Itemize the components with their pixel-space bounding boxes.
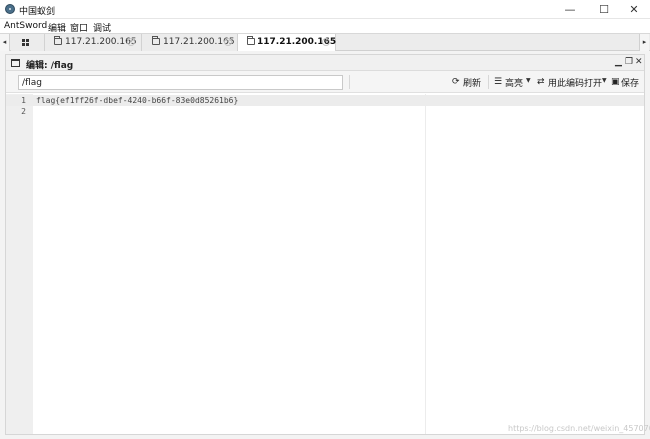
watermark-text: https://blog.csdn.net/weixin_45707005 [508, 424, 650, 433]
panel-title: 编辑: /flag [26, 61, 74, 71]
line-number: 2 [21, 107, 26, 116]
chevron-down-icon: ▼ [526, 77, 531, 84]
panel-restore-icon[interactable]: ❐ [625, 57, 633, 67]
menu-antsword[interactable]: AntSword [4, 21, 47, 31]
title-bar: 中国蚁剑 — ☐ ✕ [0, 0, 650, 19]
code-editor[interactable]: 1 flag{ef1ff26f-dbef-4240-b66f-83e0d8526… [6, 94, 644, 434]
line-number: 1 [21, 96, 26, 105]
line-number-gutter [6, 94, 33, 434]
chevron-down-icon: ▼ [602, 77, 607, 84]
open-with-encoding-dropdown[interactable]: ⇄ 用此编码打开 ▼ [537, 74, 609, 90]
highlight-label: 高亮 [505, 79, 524, 89]
tab-close-icon[interactable]: ✕ [127, 38, 135, 46]
open-with-encoding-label: 用此编码打开 [548, 79, 603, 89]
antsword-app-icon [5, 4, 15, 14]
tab-scroll-right-icon[interactable]: ▸ [639, 34, 649, 51]
panel-close-icon[interactable]: ✕ [635, 57, 643, 67]
editor-toolbar: ⟳ 刷新 ☰ 高亮 ▼ ⇄ 用此编码打开 ▼ ▣ 保存 [6, 71, 644, 93]
tab-bar: ◂ 117.21.200.165 ✕ 117.21.200.165 ✕ 117.… [0, 33, 650, 51]
save-label: 保存 [621, 79, 640, 89]
editor-panel: 编辑: /flag ▁ ❐ ✕ ⟳ 刷新 ☰ 高亮 ▼ ⇄ 用此编码打开 ▼ ▣… [5, 54, 645, 435]
encoding-icon: ⇄ [537, 77, 545, 87]
tab-label: 117.21.200.165 [65, 37, 137, 47]
window-icon [11, 59, 20, 67]
panel-minimize-icon[interactable]: ▁ [615, 57, 622, 67]
window-title: 中国蚁剑 [19, 7, 56, 17]
print-margin [425, 94, 426, 434]
refresh-button[interactable]: ⟳ 刷新 [452, 74, 482, 90]
panel-header: 编辑: /flag ▁ ❐ ✕ [6, 55, 644, 71]
close-window-button[interactable]: ✕ [618, 0, 650, 19]
highlight-dropdown[interactable]: ☰ 高亮 ▼ [494, 74, 534, 90]
refresh-label: 刷新 [463, 79, 482, 89]
folder-icon [152, 36, 160, 45]
path-input[interactable] [18, 75, 343, 90]
list-icon: ☰ [494, 77, 503, 87]
toolbar-divider [488, 75, 489, 89]
toolbar-divider [349, 75, 350, 89]
tab-close-icon[interactable]: ✕ [322, 38, 330, 46]
maximize-button[interactable]: ☐ [588, 0, 620, 19]
save-icon: ▣ [611, 77, 620, 87]
tab-scroll-left-icon[interactable]: ◂ [0, 34, 10, 51]
tab-home[interactable] [11, 34, 45, 51]
minimize-button[interactable]: — [554, 0, 586, 19]
tab-shell-2[interactable]: 117.21.200.165 ✕ [142, 34, 238, 51]
refresh-icon: ⟳ [452, 77, 460, 87]
folder-icon [247, 36, 255, 45]
folder-icon [54, 36, 62, 45]
code-line[interactable]: flag{ef1ff26f-dbef-4240-b66f-83e0d85261b… [36, 96, 238, 105]
save-button[interactable]: ▣ 保存 [611, 74, 641, 90]
tab-shell-3[interactable]: 117.21.200.165 ✕ [238, 34, 336, 51]
tab-shell-1[interactable]: 117.21.200.165 ✕ [45, 34, 142, 51]
menu-bar: AntSword 编辑 窗口 调试 [0, 19, 650, 34]
tab-close-icon[interactable]: ✕ [224, 38, 232, 46]
grid-icon [22, 39, 30, 46]
